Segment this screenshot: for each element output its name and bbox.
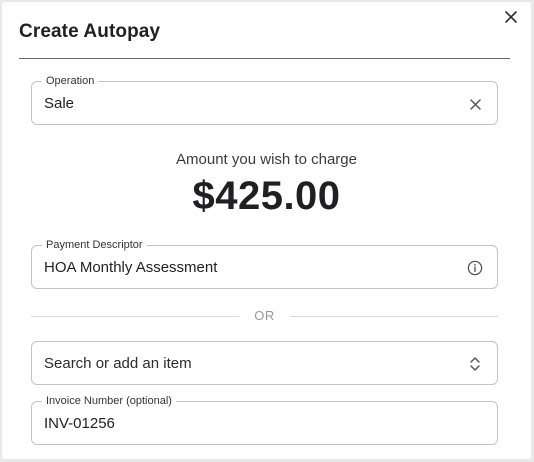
payment-descriptor-label: Payment Descriptor	[42, 238, 147, 252]
close-button[interactable]	[502, 10, 520, 28]
payment-descriptor-field[interactable]: Payment Descriptor HOA Monthly Assessmen…	[31, 238, 498, 289]
invoice-number-value[interactable]: INV-01256	[44, 415, 115, 433]
amount-value: $425.00	[192, 174, 341, 218]
close-icon[interactable]	[505, 10, 517, 28]
item-search-placeholder[interactable]: Search or add an item	[44, 355, 192, 373]
payment-descriptor-value[interactable]: HOA Monthly Assessment	[44, 259, 217, 277]
invoice-number-label: Invoice Number (optional)	[42, 394, 176, 408]
amount-caption: Amount you wish to charge	[176, 151, 357, 168]
title-divider	[19, 58, 510, 59]
chevron-up-down-icon[interactable]	[465, 354, 485, 374]
create-autopay-dialog: Create Autopay Operation Sale Amount you…	[2, 2, 531, 459]
clear-icon[interactable]	[465, 94, 485, 114]
operation-value[interactable]: Sale	[44, 95, 74, 113]
dialog-title: Create Autopay	[19, 21, 161, 42]
info-icon[interactable]	[465, 258, 485, 278]
operation-field[interactable]: Operation Sale	[31, 74, 498, 125]
operation-label: Operation	[42, 74, 99, 88]
invoice-number-field[interactable]: Invoice Number (optional) INV-01256	[31, 394, 498, 445]
separator-line-right	[290, 316, 498, 317]
item-search-select[interactable]: Search or add an item	[31, 341, 498, 385]
or-separator: OR	[31, 306, 498, 326]
